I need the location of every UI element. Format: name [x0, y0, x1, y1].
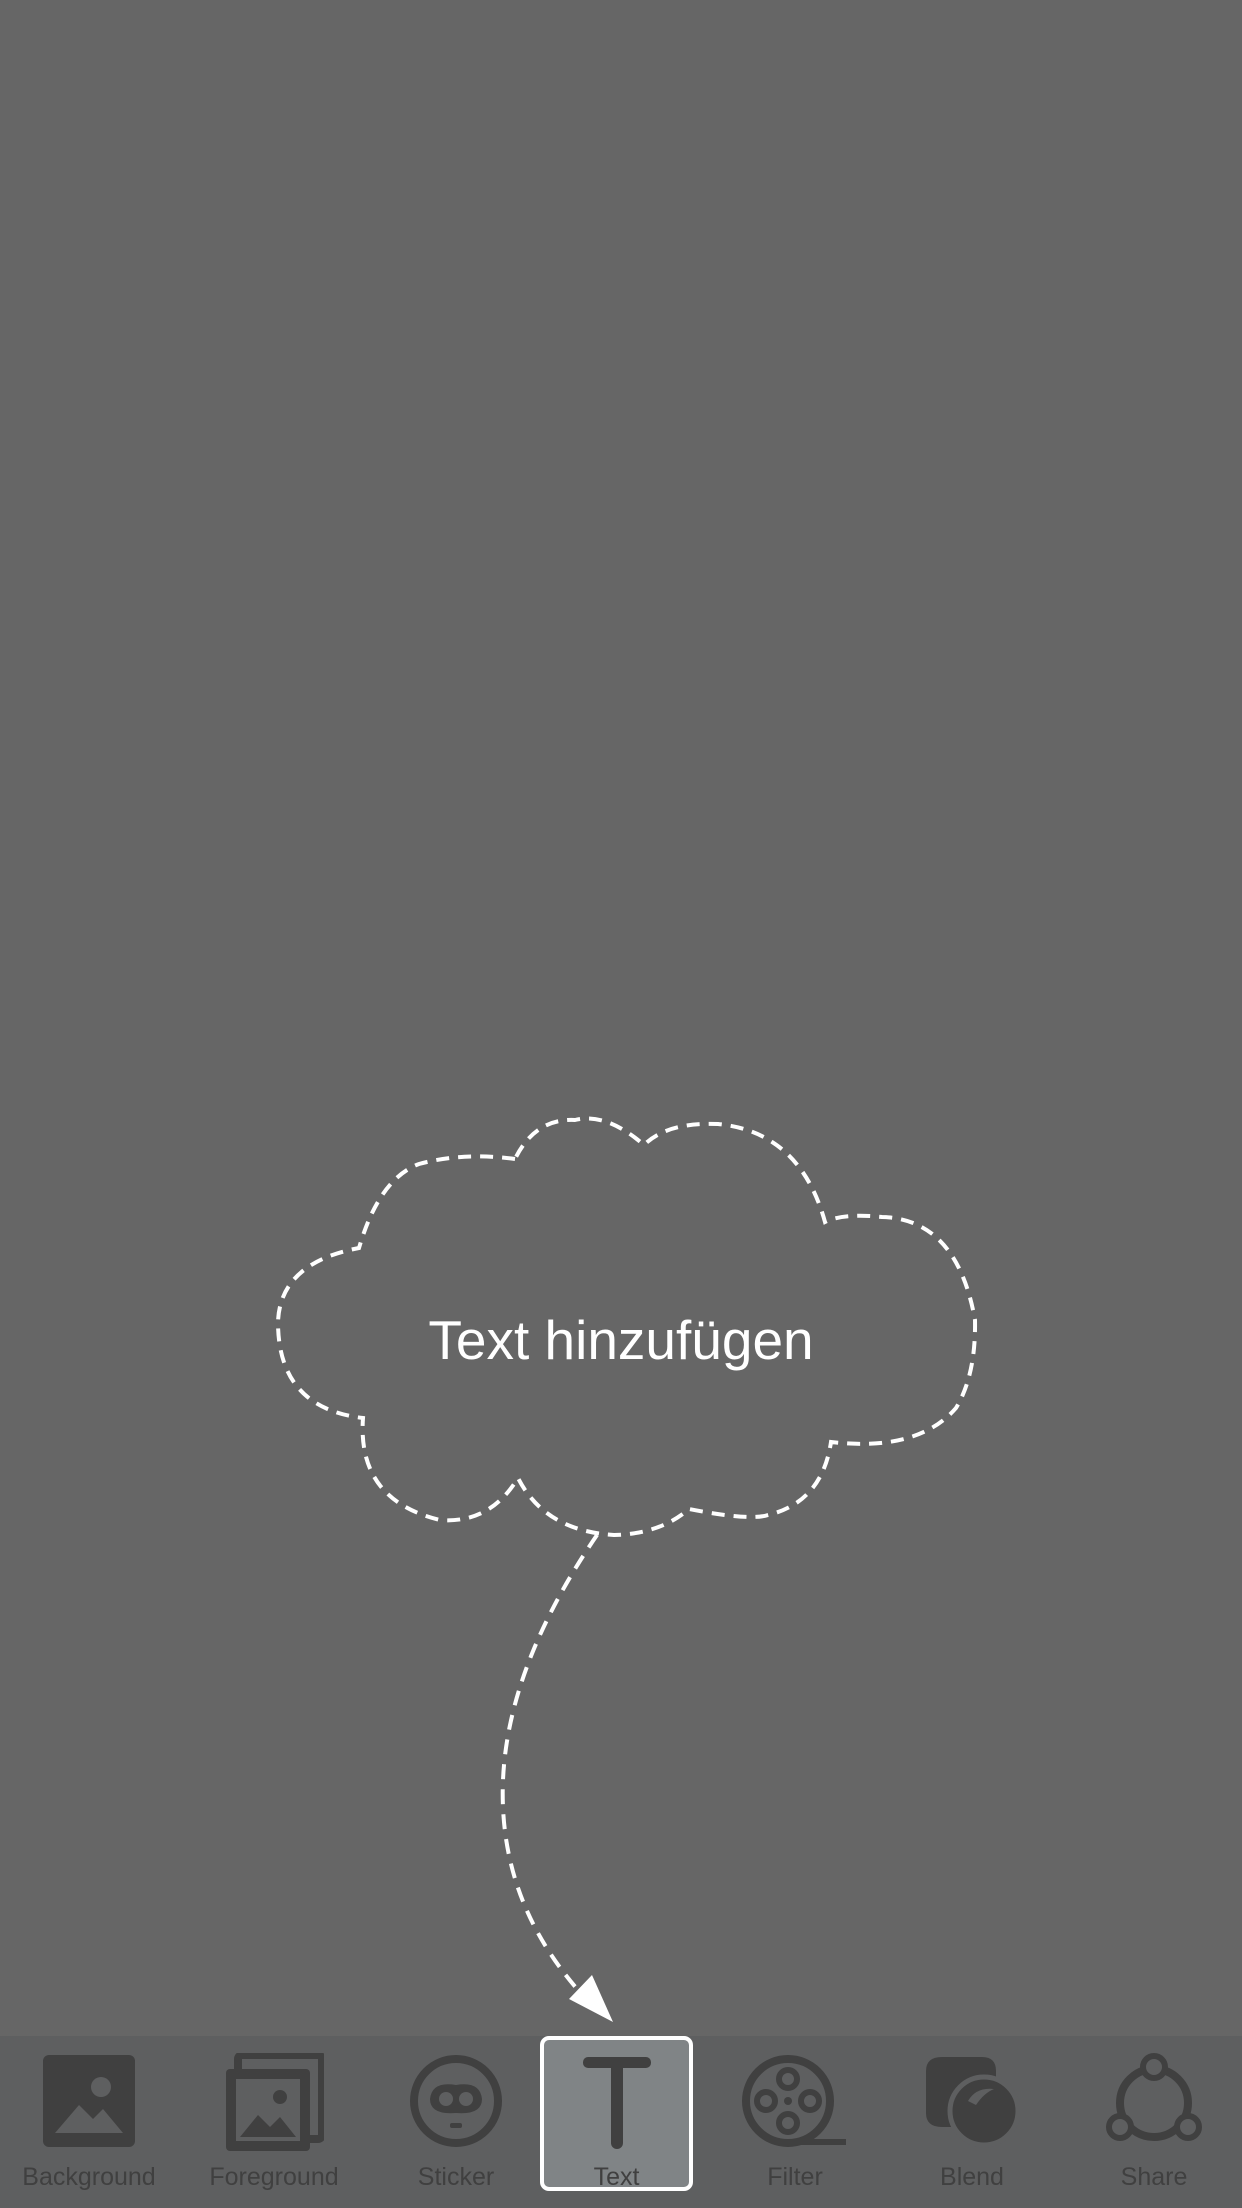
- tool-share[interactable]: Share: [1102, 2036, 1206, 2208]
- stacked-images-icon: [226, 2053, 324, 2151]
- tool-filter-label: Filter: [767, 2163, 823, 2191]
- tool-background-label: Background: [22, 2163, 156, 2191]
- hint-text: Text hinzufügen: [428, 1309, 814, 1371]
- text-t-icon: [582, 2057, 651, 2149]
- tool-blend[interactable]: Blend: [916, 2036, 1028, 2208]
- image-icon: [43, 2055, 135, 2147]
- tool-blend-label: Blend: [940, 2163, 1004, 2191]
- tool-background[interactable]: Background: [0, 2036, 178, 2208]
- tool-filter[interactable]: Filter: [730, 2036, 860, 2208]
- bottom-toolbar: Background Foreground Sticker Text Filte…: [0, 2036, 1242, 2208]
- hint-arrow-line: [500, 1533, 599, 1992]
- sticker-face-icon: [410, 2055, 502, 2147]
- hint-arrow-head: [569, 1975, 613, 2022]
- tool-sticker[interactable]: Sticker: [396, 2036, 516, 2208]
- tool-text-label: Text: [593, 2163, 640, 2191]
- hint-overlay: [275, 1116, 978, 2022]
- tool-text[interactable]: Text: [540, 2036, 693, 2208]
- tool-share-label: Share: [1120, 2163, 1188, 2191]
- film-reel-icon: [742, 2055, 846, 2147]
- tool-foreground-label: Foreground: [209, 2163, 339, 2191]
- blend-icon: [926, 2057, 1020, 2148]
- share-icon: [1106, 2053, 1202, 2141]
- tool-sticker-label: Sticker: [417, 2163, 495, 2191]
- tool-foreground[interactable]: Foreground: [198, 2036, 350, 2208]
